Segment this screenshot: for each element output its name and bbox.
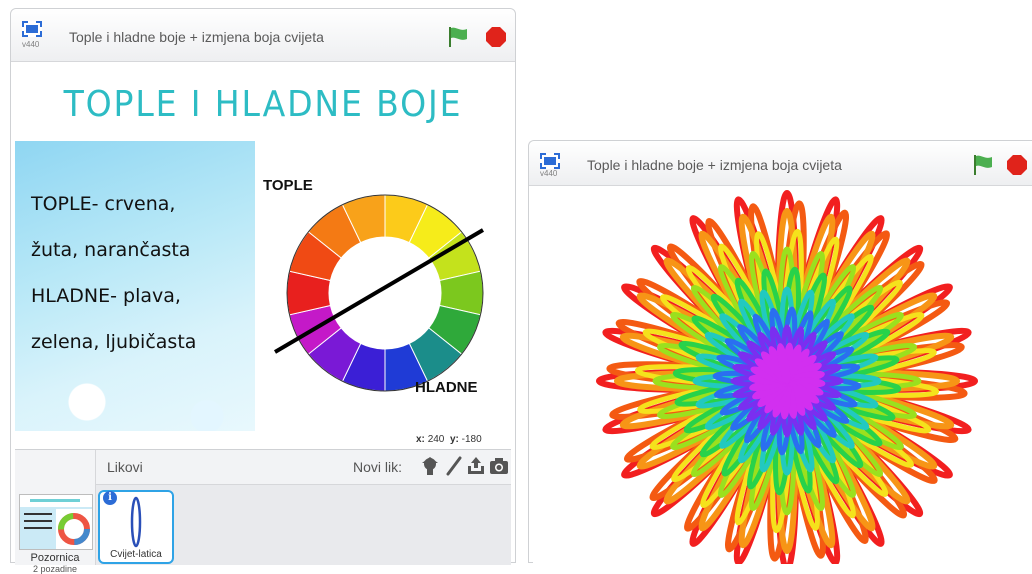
stage-selector[interactable]: Pozornica 2 pozadine xyxy=(15,450,96,574)
version-label: v440 xyxy=(22,40,40,49)
scratch-window-left: v440 Tople i hladne boje + izmjena boja … xyxy=(10,8,516,574)
color-wheel-panel: TOPLE HLADNE xyxy=(255,167,511,431)
paint-icon[interactable] xyxy=(443,455,465,477)
green-flag-icon[interactable] xyxy=(448,26,468,48)
scratch-window-right: v440 Tople i hladne boje + izmjena boja … xyxy=(528,140,1032,564)
coord-y: -180 xyxy=(461,434,482,445)
fullscreen-icon[interactable] xyxy=(22,21,42,37)
stage[interactable]: TOPLE I HLADNE BOJE TOPLE- crvena, žuta,… xyxy=(15,69,511,431)
title-bar: v440 Tople i hladne boje + izmjena boja … xyxy=(11,9,515,62)
wheel-label-tople: TOPLE xyxy=(263,177,313,194)
mouse-coordinates: x: 240 y: -180 xyxy=(416,434,482,445)
stage-thumbnail[interactable] xyxy=(19,494,93,550)
sprite-card-cvijet-latica[interactable]: i Cvijet-latica xyxy=(98,490,174,564)
stage-heading: TOPLE I HLADNE BOJE xyxy=(63,84,463,125)
text-line: žuta, narančasta xyxy=(31,239,191,261)
title-bar: v440 Tople i hladne boje + izmjena boja … xyxy=(529,141,1032,186)
sprites-pane: Likovi Novi lik: Pozornica 2 pozadine i … xyxy=(15,449,511,574)
upload-icon[interactable] xyxy=(465,455,487,477)
new-sprite-label: Novi lik: xyxy=(353,459,403,475)
version-label: v440 xyxy=(540,169,558,178)
text-line: HLADNE- plava, xyxy=(31,285,181,307)
coord-x: 240 xyxy=(427,434,445,445)
stage-label: Pozornica xyxy=(30,552,80,564)
choose-sprite-icon[interactable] xyxy=(419,455,441,477)
text-line: zelena, ljubičasta xyxy=(31,331,197,353)
stage[interactable] xyxy=(533,189,1032,564)
text-line: TOPLE- crvena, xyxy=(31,193,176,215)
project-title: Tople i hladne boje + izmjena boja cvije… xyxy=(587,157,842,173)
text-panel: TOPLE- crvena, žuta, narančasta HLADNE- … xyxy=(15,141,255,431)
backdrop-count: 2 pozadine xyxy=(32,564,78,574)
fullscreen-icon[interactable] xyxy=(540,153,560,169)
wheel-label-hladne: HLADNE xyxy=(415,379,478,396)
project-title: Tople i hladne boje + izmjena boja cvije… xyxy=(69,29,324,45)
camera-icon[interactable] xyxy=(488,455,510,477)
flower-drawing xyxy=(596,190,978,564)
stage-heading-band: TOPLE I HLADNE BOJE xyxy=(15,69,511,141)
petal-sprite-icon xyxy=(130,496,142,548)
green-flag-icon[interactable] xyxy=(973,154,993,176)
stop-icon[interactable] xyxy=(486,27,506,47)
sprite-name: Cvijet-latica xyxy=(110,549,162,560)
stop-icon[interactable] xyxy=(1007,155,1027,175)
sprites-title: Likovi xyxy=(107,459,143,475)
info-icon[interactable]: i xyxy=(103,491,117,505)
